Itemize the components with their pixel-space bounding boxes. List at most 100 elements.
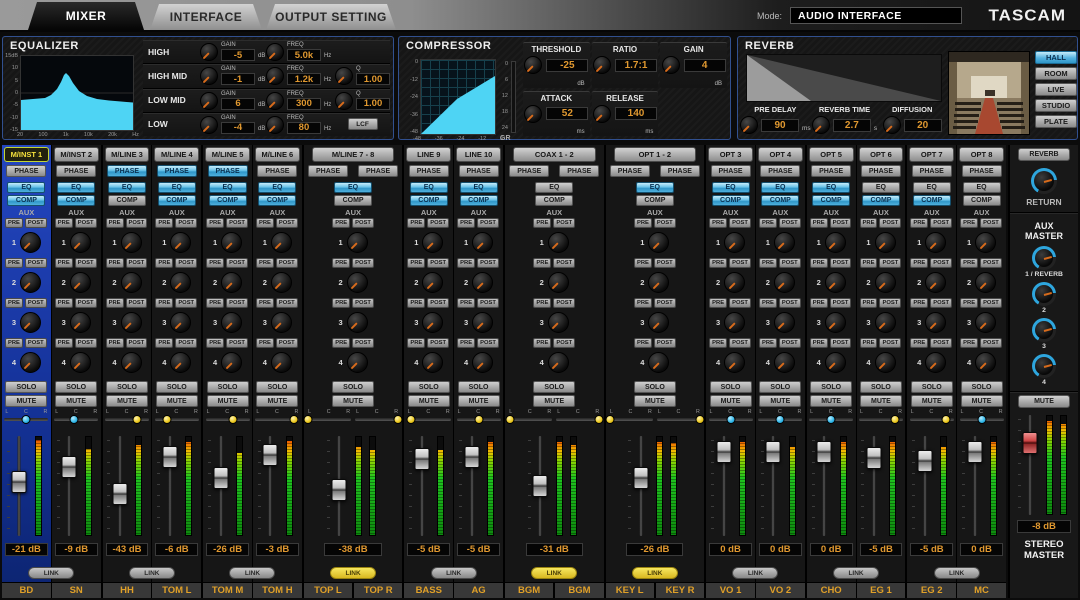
aux-send-knob[interactable] (121, 272, 142, 293)
pre-button[interactable]: PRE (860, 338, 878, 348)
pre-button[interactable]: PRE (634, 218, 652, 228)
channel-select-button[interactable]: M/LINE 7 - 8 (312, 147, 395, 162)
pre-button[interactable]: PRE (810, 218, 828, 228)
post-button[interactable]: POST (75, 298, 97, 308)
aux-send-knob[interactable] (121, 352, 142, 373)
post-button[interactable]: POST (276, 338, 298, 348)
aux-send-knob[interactable] (825, 312, 846, 333)
eq-gain-knob[interactable] (200, 43, 218, 61)
fader-handle[interactable] (263, 444, 278, 466)
post-button[interactable]: POST (654, 338, 676, 348)
post-button[interactable]: POST (830, 338, 852, 348)
aux-send-knob[interactable] (875, 272, 896, 293)
comp-button[interactable]: COMP (460, 195, 498, 206)
eq-button[interactable]: EQ (460, 182, 498, 193)
pre-button[interactable]: PRE (155, 298, 173, 308)
solo-button[interactable]: SOLO (911, 381, 953, 393)
phase-button[interactable]: PHASE (559, 165, 599, 177)
pre-button[interactable]: PRE (910, 298, 928, 308)
pre-button[interactable]: PRE (5, 298, 23, 308)
eq-freq-knob[interactable] (266, 43, 284, 61)
fader-handle[interactable] (1023, 432, 1038, 454)
pre-button[interactable]: PRE (155, 218, 173, 228)
aux-send-knob[interactable] (422, 272, 443, 293)
pan-slider[interactable] (709, 418, 753, 421)
aux-send-knob[interactable] (221, 272, 242, 293)
comp-button[interactable]: COMP (712, 195, 750, 206)
aux-send-knob[interactable] (170, 312, 191, 333)
pre-button[interactable]: PRE (457, 218, 475, 228)
post-button[interactable]: POST (427, 218, 449, 228)
aux-send-knob[interactable] (347, 272, 368, 293)
aux-send-knob[interactable] (875, 352, 896, 373)
fader-handle[interactable] (12, 471, 27, 493)
aux-send-knob[interactable] (925, 272, 946, 293)
channel-select-button[interactable]: M/LINE 5 (205, 147, 250, 162)
phase-button[interactable]: PHASE (962, 165, 1002, 177)
pan-knob[interactable] (594, 415, 603, 424)
aux-send-knob[interactable] (422, 312, 443, 333)
aux-send-knob[interactable] (975, 272, 996, 293)
aux-send-knob[interactable] (422, 232, 443, 253)
pan-knob[interactable] (133, 415, 142, 424)
aux-send-knob[interactable] (774, 232, 795, 253)
pre-button[interactable]: PRE (206, 258, 224, 268)
post-button[interactable]: POST (427, 298, 449, 308)
gain-knob[interactable] (662, 56, 680, 74)
post-button[interactable]: POST (980, 298, 1002, 308)
post-button[interactable]: POST (276, 298, 298, 308)
phase-button[interactable]: PHASE (861, 165, 901, 177)
mute-button[interactable]: MUTE (156, 395, 198, 407)
eq-button[interactable]: EQ (7, 182, 45, 193)
pan-knob[interactable] (776, 415, 785, 424)
release-knob[interactable] (593, 105, 611, 123)
post-button[interactable]: POST (980, 218, 1002, 228)
pre-button[interactable]: PRE (533, 338, 551, 348)
aux-send-knob[interactable] (121, 232, 142, 253)
link-button[interactable]: LINK (229, 567, 275, 579)
post-button[interactable]: POST (25, 218, 47, 228)
aux-send-knob[interactable] (221, 352, 242, 373)
post-button[interactable]: POST (175, 258, 197, 268)
aux-send-knob[interactable] (548, 352, 569, 373)
aux-send-knob[interactable] (472, 312, 493, 333)
post-button[interactable]: POST (75, 258, 97, 268)
eq-button[interactable]: EQ (761, 182, 799, 193)
aux-send-knob[interactable] (271, 312, 292, 333)
pan-slider[interactable] (155, 418, 199, 421)
mute-button[interactable]: MUTE (860, 395, 902, 407)
solo-button[interactable]: SOLO (759, 381, 801, 393)
aux-send-knob[interactable] (70, 352, 91, 373)
pre-button[interactable]: PRE (55, 338, 73, 348)
post-button[interactable]: POST (830, 298, 852, 308)
pan-slider[interactable] (206, 418, 250, 421)
pan-knob[interactable] (407, 415, 416, 424)
reverb-time-knob[interactable] (812, 116, 830, 134)
comp-button[interactable]: COMP (57, 195, 95, 206)
link-button[interactable]: LINK (129, 567, 175, 579)
phase-button[interactable]: PHASE (912, 165, 952, 177)
comp-button[interactable]: COMP (812, 195, 850, 206)
pre-button[interactable]: PRE (759, 338, 777, 348)
pan-knob[interactable] (891, 415, 900, 424)
pan-knob[interactable] (290, 415, 299, 424)
aux-send-knob[interactable] (221, 312, 242, 333)
pan-knob[interactable] (393, 415, 402, 424)
post-button[interactable]: POST (654, 218, 676, 228)
channel-select-button[interactable]: M/INST 1 (4, 147, 49, 162)
eq-q-knob[interactable] (335, 67, 353, 85)
post-button[interactable]: POST (276, 218, 298, 228)
post-button[interactable]: POST (879, 298, 901, 308)
aux-send-knob[interactable] (925, 352, 946, 373)
fader-handle[interactable] (917, 450, 932, 472)
phase-button[interactable]: PHASE (459, 165, 499, 177)
pre-button[interactable]: PRE (457, 298, 475, 308)
pre-button[interactable]: PRE (5, 218, 23, 228)
pre-button[interactable]: PRE (206, 338, 224, 348)
tab-mixer[interactable]: MIXER (28, 2, 144, 30)
pre-button[interactable]: PRE (407, 298, 425, 308)
aux-send-knob[interactable] (774, 312, 795, 333)
mute-button[interactable]: MUTE (332, 395, 374, 407)
post-button[interactable]: POST (226, 298, 248, 308)
channel-select-button[interactable]: LINE 10 (456, 147, 501, 162)
